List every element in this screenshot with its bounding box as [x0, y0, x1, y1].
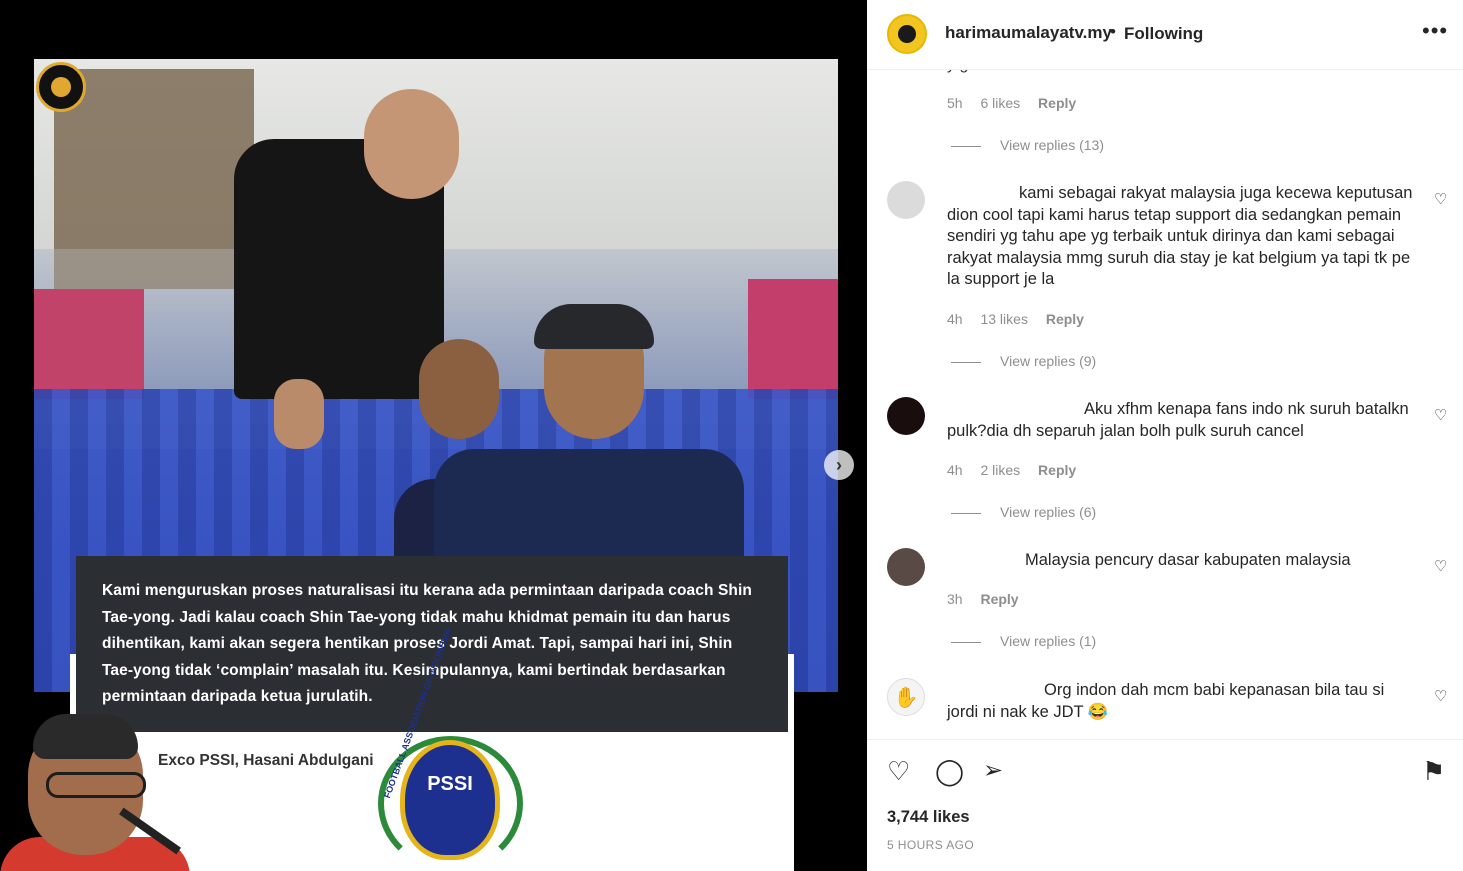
pssi-logo: PSSI FOOTBALL ASSOCIATION OF INDONESIA — [378, 627, 523, 871]
reply-button[interactable]: Reply — [1038, 95, 1076, 111]
bookmark-icon[interactable]: ⚑ — [1422, 756, 1445, 787]
comment-avatar[interactable] — [887, 181, 925, 219]
comment-text: Org indon dah mcm babi kepanasan bila ta… — [947, 681, 1385, 721]
comment-time: 4h — [947, 311, 963, 327]
header-separator: • — [1110, 22, 1116, 41]
post-actions: ♡ ◯ ➢ ⚑ 3,744 likes 5 HOURS AGO — [867, 739, 1463, 871]
comment-likes[interactable]: 13 likes — [980, 311, 1027, 327]
comment-avatar[interactable] — [887, 548, 925, 586]
post-header: harimaumalayatv.my • Following ••• — [867, 0, 1463, 70]
pssi-logo-text: PSSI — [427, 773, 473, 795]
view-replies-button[interactable]: View replies (13) — [951, 137, 1104, 153]
account-avatar[interactable] — [887, 14, 927, 54]
comment-meta: 3h Reply — [947, 591, 1033, 607]
heart-icon[interactable]: ♡ — [1434, 190, 1447, 208]
quote-card: Kami menguruskan proses naturalisasi itu… — [76, 556, 788, 732]
comment-time: 4h — [947, 462, 963, 478]
comment-partial-text: y g — [947, 70, 968, 74]
following-button[interactable]: Following — [1124, 24, 1203, 44]
speaker-label: Exco PSSI, Hasani Abdulgani — [158, 752, 374, 769]
reply-button[interactable]: Reply — [1046, 311, 1084, 327]
chevron-right-icon[interactable]: › — [824, 450, 854, 480]
likes-count[interactable]: 3,744 likes — [887, 808, 970, 827]
comment-icon[interactable]: ◯ — [935, 756, 964, 787]
view-replies-button[interactable]: View replies (1) — [951, 633, 1096, 649]
heart-icon[interactable]: ♡ — [887, 756, 910, 787]
heart-icon[interactable]: ♡ — [1434, 557, 1447, 575]
comments-list: y g 5h 6 likes Reply View replies (13) k… — [867, 70, 1463, 739]
comment-time: 5h — [947, 95, 963, 111]
comment-likes[interactable]: 6 likes — [980, 95, 1020, 111]
send-icon[interactable]: ➢ — [983, 756, 1003, 785]
comment-avatar[interactable] — [887, 397, 925, 435]
comment-text: kami sebagai rakyat malaysia juga kecewa… — [947, 184, 1413, 288]
heart-icon[interactable]: ♡ — [1434, 687, 1447, 705]
comments-panel: harimaumalayatv.my • Following ••• y g 5… — [867, 0, 1463, 871]
comment-text: Malaysia pencury dasar kabupaten malaysi… — [1025, 551, 1351, 569]
quote-text: Kami menguruskan proses naturalisasi itu… — [102, 582, 752, 705]
post-time: 5 HOURS AGO — [887, 838, 975, 852]
view-replies-button[interactable]: View replies (6) — [951, 504, 1096, 520]
comment-avatar[interactable]: ✋ — [887, 678, 925, 716]
comment-likes[interactable]: 2 likes — [980, 462, 1020, 478]
comment-time: 3h — [947, 591, 963, 607]
comment-meta: 5h 6 likes Reply — [947, 95, 1090, 111]
comment-meta: 4h 13 likes Reply — [947, 311, 1098, 327]
reply-button[interactable]: Reply — [1038, 462, 1076, 478]
tiger-logo-icon — [36, 62, 86, 112]
reply-button[interactable]: Reply — [980, 591, 1018, 607]
speaker-portrait — [0, 712, 190, 871]
post-media: › Kami menguruskan proses naturalisasi i… — [0, 0, 867, 871]
more-options-icon[interactable]: ••• — [1422, 18, 1448, 44]
comment-text: Aku xfhm kenapa fans indo nk suruh batal… — [947, 400, 1409, 440]
account-username[interactable]: harimaumalayatv.my — [945, 23, 1112, 43]
view-replies-button[interactable]: View replies (9) — [951, 353, 1096, 369]
heart-icon[interactable]: ♡ — [1434, 406, 1447, 424]
comment-meta: 4h 2 likes Reply — [947, 462, 1090, 478]
